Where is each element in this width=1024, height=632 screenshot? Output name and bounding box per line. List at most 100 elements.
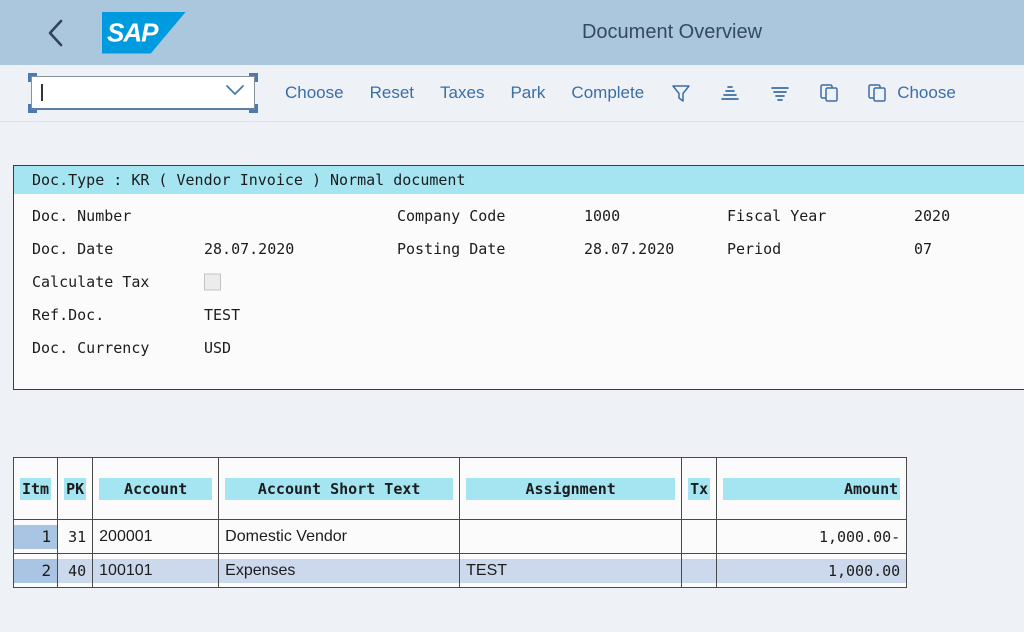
table-row[interactable]: 2 40 100101 Expenses TEST 1,000.00 — [12, 553, 908, 588]
column-header-account-short-text[interactable]: Account Short Text — [218, 457, 461, 520]
calculate-tax-checkbox[interactable] — [204, 273, 221, 290]
column-header-account-label: Account — [99, 477, 213, 500]
filter-button[interactable] — [657, 71, 705, 115]
column-header-assignment-label: Assignment — [466, 477, 676, 500]
cell-account[interactable]: 100101 — [92, 553, 220, 588]
cell-assignment[interactable] — [459, 519, 683, 554]
app-root: SAP Document Overview Choose Reset Taxes… — [0, 0, 1024, 632]
cell-amount[interactable]: 1,000.00- — [716, 519, 908, 554]
park-button[interactable]: Park — [497, 71, 558, 115]
copy-button[interactable] — [805, 71, 853, 115]
cell-tx[interactable] — [681, 519, 718, 554]
company-code-value[interactable]: 1000 — [584, 207, 620, 225]
sap-logo-text: SAP — [107, 17, 158, 47]
cell-amount[interactable]: 1,000.00 — [716, 553, 908, 588]
cell-amount-value: 1,000.00- — [818, 527, 901, 546]
period-value[interactable]: 07 — [914, 240, 932, 258]
copy-icon — [818, 82, 840, 104]
sort-descending-button[interactable] — [755, 71, 805, 115]
calculate-tax-label: Calculate Tax — [32, 272, 150, 291]
line-items-header: Itm PK Account Account Short Text Assign… — [12, 457, 908, 520]
document-type-banner: Doc.Type : KR ( Vendor Invoice ) Normal … — [14, 166, 1024, 194]
cell-account-value: 200001 — [99, 527, 153, 545]
fiscal-year-label: Fiscal Year — [727, 206, 827, 225]
chevron-left-icon — [45, 17, 67, 49]
column-header-pk-label: PK — [64, 477, 87, 500]
column-header-account-short-text-label: Account Short Text — [225, 477, 454, 500]
cell-account-short-text[interactable]: Expenses — [218, 553, 461, 588]
cell-pk[interactable]: 31 — [57, 519, 94, 554]
document-select-combobox[interactable] — [28, 73, 258, 113]
line-items-table: Itm PK Account Account Short Text Assign… — [12, 457, 908, 588]
doc-date-value[interactable]: 28.07.2020 — [204, 240, 294, 258]
combobox-field[interactable] — [31, 76, 255, 110]
ref-doc-value[interactable]: TEST — [204, 306, 240, 324]
company-code-label: Company Code — [397, 206, 506, 225]
shell-header: SAP Document Overview — [0, 0, 1024, 65]
column-header-assignment[interactable]: Assignment — [459, 457, 683, 520]
document-field-row: Doc. Date 28.07.2020 Posting Date 28.07.… — [14, 232, 1024, 265]
document-field-row: Calculate Tax — [14, 265, 1024, 298]
column-header-pk[interactable]: PK — [57, 457, 94, 520]
complete-button[interactable]: Complete — [558, 71, 657, 115]
sort-ascending-icon — [718, 82, 742, 104]
cell-account[interactable]: 200001 — [92, 519, 220, 554]
doc-number-label: Doc. Number — [32, 206, 132, 225]
sort-descending-icon — [768, 82, 792, 104]
doc-date-label: Doc. Date — [32, 239, 114, 258]
choose-copy-button[interactable]: Choose — [853, 71, 969, 115]
cell-account-short-text[interactable]: Domestic Vendor — [218, 519, 461, 554]
chevron-down-icon[interactable] — [225, 84, 245, 102]
table-row[interactable]: 1 31 200001 Domestic Vendor 1,000.00- — [12, 519, 908, 554]
back-button[interactable] — [32, 9, 80, 57]
toolbar: Choose Reset Taxes Park Complete Choose — [0, 65, 1024, 122]
cell-pk-value: 40 — [58, 558, 93, 583]
cell-pk-value: 31 — [68, 527, 87, 546]
period-label: Period — [727, 239, 782, 258]
column-header-itm[interactable]: Itm — [12, 457, 59, 520]
reset-button[interactable]: Reset — [357, 71, 427, 115]
cell-itm[interactable]: 2 — [12, 553, 59, 588]
text-cursor — [41, 84, 43, 101]
cell-tx-value — [682, 525, 716, 549]
taxes-button[interactable]: Taxes — [427, 71, 497, 115]
column-header-tx-label: Tx — [688, 477, 711, 500]
document-field-row: Ref.Doc. TEST — [14, 298, 1024, 331]
posting-date-label: Posting Date — [397, 239, 506, 258]
cell-tx[interactable] — [681, 553, 718, 588]
column-header-amount-label: Amount — [723, 477, 901, 500]
cell-account-short-text-value: Domestic Vendor — [225, 527, 347, 545]
column-header-tx[interactable]: Tx — [681, 457, 718, 520]
complete-button-label: Complete — [571, 83, 645, 102]
cell-account-value: 100101 — [93, 558, 219, 583]
column-header-amount[interactable]: Amount — [716, 457, 908, 520]
doc-currency-label: Doc. Currency — [32, 338, 150, 357]
choose-button[interactable]: Choose — [272, 71, 357, 115]
cell-pk[interactable]: 40 — [57, 553, 94, 588]
document-fields-grid: Doc. Number Company Code 1000 Fiscal Yea… — [14, 194, 1024, 364]
document-field-row: Doc. Number Company Code 1000 Fiscal Yea… — [14, 199, 1024, 232]
sort-ascending-button[interactable] — [705, 71, 755, 115]
fiscal-year-value[interactable]: 2020 — [914, 207, 950, 225]
table-header-row: Itm PK Account Account Short Text Assign… — [12, 457, 908, 520]
cell-assignment-value: TEST — [460, 558, 682, 583]
sap-logo[interactable]: SAP — [102, 11, 186, 54]
cell-itm-value: 1 — [14, 524, 58, 549]
doc-currency-value[interactable]: USD — [204, 339, 231, 357]
document-field-row: Doc. Currency USD — [14, 331, 1024, 364]
cell-itm[interactable]: 1 — [12, 519, 59, 554]
cell-tx-value — [682, 558, 717, 583]
column-header-account[interactable]: Account — [92, 457, 220, 520]
posting-date-value[interactable]: 28.07.2020 — [584, 240, 674, 258]
cell-account-short-text-value: Expenses — [219, 558, 460, 583]
cell-assignment-value — [460, 525, 681, 549]
choose-copy-button-label: Choose — [897, 83, 956, 102]
cell-itm-value: 2 — [14, 558, 58, 583]
document-header-panel: Doc.Type : KR ( Vendor Invoice ) Normal … — [13, 165, 1024, 390]
line-items-body: 1 31 200001 Domestic Vendor 1,000.00- 2 … — [12, 519, 908, 588]
cell-amount-value: 1,000.00 — [717, 558, 907, 583]
cell-assignment[interactable]: TEST — [459, 553, 683, 588]
filter-icon — [670, 82, 692, 104]
ref-doc-label: Ref.Doc. — [32, 305, 105, 324]
copy-icon — [866, 82, 888, 104]
